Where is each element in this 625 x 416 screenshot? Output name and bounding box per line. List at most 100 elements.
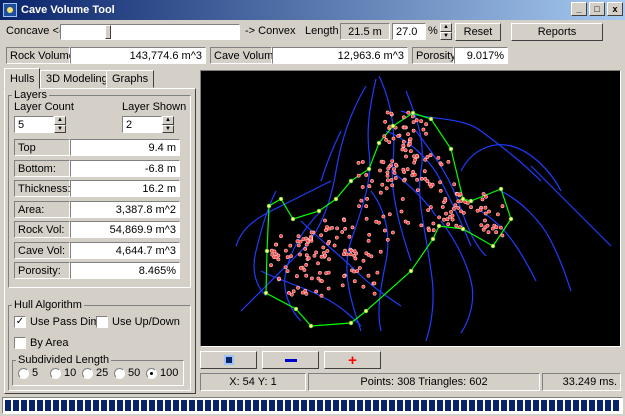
survey-point <box>393 176 398 180</box>
survey-point <box>478 207 483 212</box>
spin-down-icon[interactable]: ▼ <box>440 31 452 40</box>
concave-convex-slider[interactable] <box>60 24 240 40</box>
survey-point <box>387 140 392 145</box>
length-spinner[interactable]: ▲ ▼ <box>440 23 452 40</box>
zoom-out-button[interactable] <box>262 351 319 369</box>
survey-point <box>361 284 366 289</box>
hull-vertex <box>428 116 434 122</box>
reports-button[interactable]: Reports <box>511 23 603 41</box>
survey-point <box>323 253 328 258</box>
survey-point <box>428 153 433 158</box>
use-up-down-checkbox[interactable] <box>96 316 108 328</box>
close-button[interactable]: x <box>607 2 623 16</box>
hull-vertex <box>390 123 396 129</box>
hull-vertex <box>498 186 504 192</box>
hull-vertex <box>408 268 414 274</box>
survey-point <box>380 182 385 187</box>
survey-point <box>479 223 484 228</box>
survey-point <box>396 134 401 138</box>
survey-point <box>330 225 334 230</box>
survey-point <box>314 250 319 255</box>
spin-down-icon[interactable]: ▼ <box>54 124 66 133</box>
survey-point <box>438 180 443 185</box>
property-label: Thickness: <box>14 180 71 197</box>
layer-count-spinner[interactable]: ▲ ▼ <box>54 116 66 133</box>
radio-10[interactable] <box>50 368 61 379</box>
survey-point <box>326 241 331 246</box>
tab-hulls[interactable]: Hulls <box>4 68 41 89</box>
survey-point <box>366 238 371 243</box>
use-pass-dims-checkbox[interactable]: ✓ <box>14 316 26 328</box>
survey-point <box>305 238 310 243</box>
survey-point <box>360 160 365 164</box>
main-window: Cave Volume Tool _ □ x Concave <- -> Con… <box>0 0 625 416</box>
zoom-in-button[interactable]: + <box>324 351 381 369</box>
survey-point <box>500 204 505 209</box>
survey-point <box>424 131 428 136</box>
survey-point <box>401 143 406 148</box>
survey-point <box>283 265 288 270</box>
survey-point <box>298 239 303 244</box>
survey-point <box>298 252 302 257</box>
tab-graphs[interactable]: Graphs <box>106 70 155 88</box>
survey-point <box>343 226 348 231</box>
layer-shown-spinner[interactable]: ▲ ▼ <box>162 116 174 133</box>
slider-thumb[interactable] <box>105 25 111 39</box>
spin-up-icon[interactable]: ▲ <box>440 23 452 32</box>
title-bar[interactable]: Cave Volume Tool _ □ x <box>0 0 625 20</box>
survey-point <box>348 252 353 257</box>
survey-point <box>340 230 345 234</box>
radio-100[interactable] <box>146 368 157 379</box>
tab-3d-modeling[interactable]: 3D Modeling <box>40 70 114 88</box>
cave-map[interactable] <box>201 71 620 346</box>
property-value: 16.2 m <box>70 180 180 197</box>
survey-point <box>366 273 371 278</box>
by-area-checkbox[interactable] <box>14 337 26 349</box>
survey-points <box>263 110 514 329</box>
survey-point <box>402 178 407 183</box>
survey-point <box>437 215 442 220</box>
hull-vertex <box>278 196 284 202</box>
property-label: Rock Vol: <box>14 221 70 238</box>
cave-viewport[interactable] <box>200 70 621 347</box>
survey-point <box>390 159 395 164</box>
minimize-button[interactable]: _ <box>571 2 587 16</box>
cave-volume-label: Cave Volume: <box>210 47 282 64</box>
survey-point <box>406 132 411 137</box>
survey-point <box>485 223 490 228</box>
reset-button[interactable]: Reset <box>455 23 501 41</box>
spin-up-icon[interactable]: ▲ <box>54 116 66 125</box>
layer-shown-input[interactable]: 2 <box>122 116 162 133</box>
concave-label: Concave <- <box>6 25 63 37</box>
survey-point <box>308 236 313 241</box>
radio-50[interactable] <box>114 368 125 379</box>
survey-point <box>419 119 424 124</box>
survey-point <box>277 276 281 281</box>
layer-count-input[interactable]: 5 <box>14 116 54 133</box>
survey-point <box>431 221 436 226</box>
survey-point <box>367 232 372 237</box>
fit-view-icon <box>223 355 234 365</box>
survey-point <box>481 227 486 232</box>
radio-25[interactable] <box>82 368 93 379</box>
length-input[interactable]: 27.0 <box>392 23 426 40</box>
survey-point <box>314 289 319 294</box>
survey-point <box>500 233 505 238</box>
survey-point <box>481 192 486 196</box>
hull-vertex <box>293 306 299 312</box>
survey-point <box>486 230 491 235</box>
spin-up-icon[interactable]: ▲ <box>162 116 174 125</box>
survey-point <box>304 262 309 267</box>
survey-point <box>424 122 429 127</box>
radio-5[interactable] <box>18 368 29 379</box>
status-counts: Points: 308 Triangles: 602 <box>308 373 540 391</box>
property-value: 54,869.9 m^3 <box>70 221 180 238</box>
porosity-label: Porosity: <box>412 47 459 64</box>
survey-point <box>319 233 324 238</box>
survey-point <box>382 134 387 139</box>
survey-point <box>382 228 387 233</box>
survey-point <box>370 179 374 183</box>
spin-down-icon[interactable]: ▼ <box>162 124 174 133</box>
maximize-button[interactable]: □ <box>589 2 605 16</box>
fit-view-button[interactable] <box>200 351 257 369</box>
